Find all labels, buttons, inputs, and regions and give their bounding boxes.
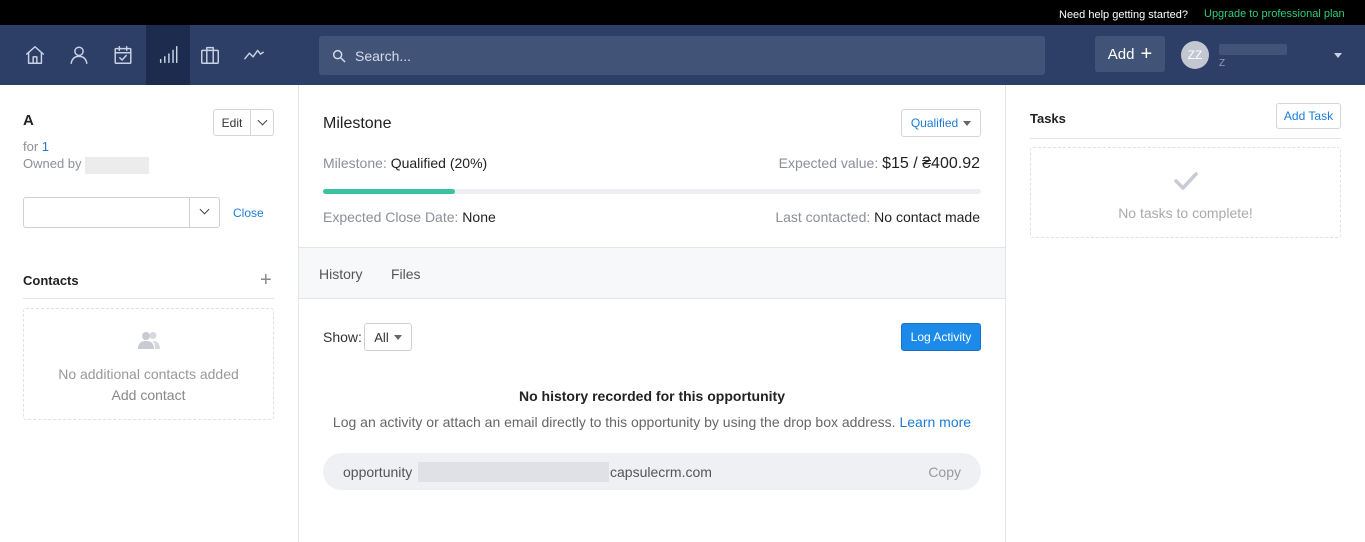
- milestone-progress-bar: [323, 189, 981, 194]
- show-filter-value: All: [374, 329, 389, 345]
- show-filter-label: Show:: [323, 329, 362, 345]
- add-contact-link[interactable]: Add contact: [24, 387, 273, 403]
- briefcase-icon[interactable]: [188, 25, 232, 85]
- close-opportunity-link[interactable]: Close: [233, 206, 264, 220]
- add-button[interactable]: Add +: [1095, 36, 1165, 72]
- expected-value: $15 / ₴400.92: [882, 155, 980, 172]
- show-filter-select[interactable]: All: [364, 323, 412, 351]
- tasks-heading: Tasks: [1030, 111, 1066, 126]
- history-description: Log an activity or attach an email direc…: [299, 414, 1005, 430]
- people-icon: [138, 332, 160, 349]
- expected-value-label: Expected value:: [778, 155, 879, 171]
- dropbox-prefix: opportunity: [343, 464, 413, 480]
- search-icon: [332, 49, 346, 63]
- milestone-progress-fill: [323, 189, 455, 194]
- add-task-button[interactable]: Add Task: [1276, 103, 1341, 129]
- calendar-icon[interactable]: [101, 25, 145, 85]
- milestone-select[interactable]: Qualified: [901, 109, 981, 137]
- top-help-bar: Need help getting started? Upgrade to pr…: [0, 0, 1365, 25]
- caret-down-icon: [393, 334, 402, 340]
- tasks-empty-state: No tasks to complete!: [1030, 147, 1341, 238]
- last-contacted-label: Last contacted:: [775, 209, 871, 225]
- party-link[interactable]: 1: [42, 139, 49, 154]
- for-label: for: [23, 139, 39, 154]
- last-contacted-line: Last contacted: No contact made: [775, 209, 980, 225]
- contacts-empty-text: No additional contacts added: [58, 366, 239, 382]
- contacts-empty-state: No additional contacts added Add contact: [23, 308, 274, 420]
- person-icon[interactable]: [57, 25, 101, 85]
- chevron-down-icon: [257, 115, 267, 126]
- add-button-label: Add: [1107, 45, 1135, 63]
- select-divider: [189, 198, 190, 227]
- help-link[interactable]: Need help getting started?: [1059, 9, 1188, 21]
- divider: [1030, 138, 1341, 139]
- learn-more-link[interactable]: Learn more: [899, 414, 971, 430]
- edit-button-group: Edit: [213, 109, 274, 136]
- log-activity-button[interactable]: Log Activity: [901, 323, 981, 351]
- user-name-redacted: [1219, 44, 1287, 55]
- add-contact-plus-icon[interactable]: +: [260, 269, 272, 292]
- tab-bar: History Files: [299, 247, 1005, 299]
- owner-name-redacted: [85, 157, 149, 174]
- tab-files[interactable]: Files: [391, 266, 421, 282]
- dropbox-suffix: capsulecrm.com: [610, 464, 712, 480]
- last-contacted-value: No contact made: [874, 209, 980, 225]
- search-placeholder: Search...: [355, 47, 412, 64]
- contacts-heading: Contacts: [23, 273, 79, 288]
- upgrade-link[interactable]: Upgrade to professional plan: [1204, 8, 1345, 20]
- owned-by-label: Owned by: [23, 156, 82, 171]
- caret-down-icon: [963, 120, 972, 126]
- opportunity-sidebar: A for 1 Owned by Edit Close Contacts + N…: [0, 85, 299, 542]
- search-input[interactable]: Search...: [319, 36, 1045, 75]
- milestone-label: Milestone:: [323, 155, 387, 171]
- tasks-panel: Tasks Add Task No tasks to complete!: [1006, 85, 1365, 542]
- copy-button[interactable]: Copy: [928, 464, 961, 480]
- history-description-text: Log an activity or attach an email direc…: [332, 414, 896, 430]
- trend-icon[interactable]: [232, 25, 276, 85]
- checkmark-icon: [1174, 172, 1198, 190]
- user-subtitle: Z: [1219, 58, 1226, 69]
- user-menu-caret-icon[interactable]: [1334, 53, 1342, 58]
- plus-icon: +: [1140, 43, 1153, 65]
- avatar[interactable]: ZZ: [1181, 41, 1209, 69]
- milestone-value: Qualified (20%): [390, 155, 488, 171]
- chevron-down-icon: [199, 204, 210, 215]
- divider: [23, 298, 274, 299]
- no-history-heading: No history recorded for this opportunity: [518, 388, 785, 404]
- tab-history[interactable]: History: [319, 266, 363, 282]
- edit-button[interactable]: Edit: [213, 109, 251, 136]
- home-icon[interactable]: [13, 25, 57, 85]
- expected-value-line: Expected value: $15 / ₴400.92: [779, 155, 980, 173]
- close-date-line: Expected Close Date: None: [323, 209, 496, 225]
- milestone-select-label: Qualified: [910, 116, 959, 130]
- opportunity-title: A: [23, 112, 34, 129]
- milestone-line: Milestone: Qualified (20%): [323, 155, 487, 171]
- milestone-heading: Milestone: [323, 115, 392, 132]
- no-tasks-text: No tasks to complete!: [1118, 205, 1253, 221]
- close-date-value: None: [462, 209, 496, 225]
- pipeline-icon[interactable]: [146, 25, 190, 85]
- for-line: for 1: [23, 139, 49, 154]
- status-select[interactable]: [23, 197, 220, 228]
- main-nav: Search... Add + ZZ Z: [0, 25, 1365, 85]
- opportunity-main: Milestone Qualified Milestone: Qualified…: [299, 85, 1006, 542]
- close-date-label: Expected Close Date:: [323, 209, 459, 225]
- dropbox-redacted: [418, 462, 609, 482]
- edit-menu-button[interactable]: [251, 109, 274, 136]
- dropbox-address: opportunity capsulecrm.com Copy: [323, 453, 981, 490]
